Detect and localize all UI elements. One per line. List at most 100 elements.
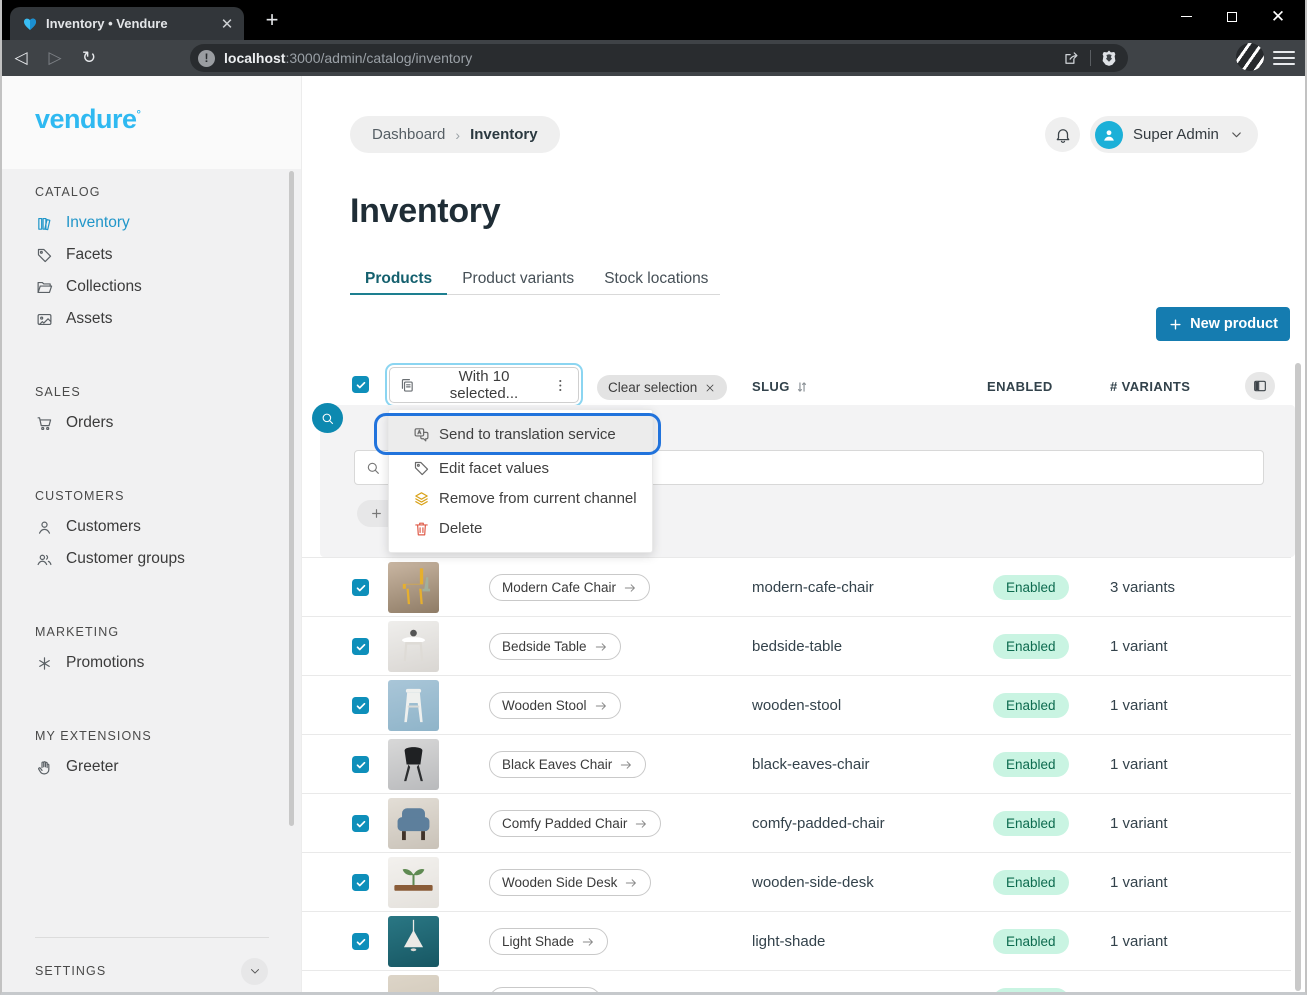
- chevron-down-icon[interactable]: [241, 958, 268, 985]
- reload-button[interactable]: ↻: [74, 43, 104, 73]
- menu-item-remove-from-current-channel[interactable]: Remove from current channel: [389, 483, 652, 513]
- site-info-icon[interactable]: !: [198, 50, 215, 67]
- status-badge: Enabled: [993, 870, 1069, 895]
- notifications-button[interactable]: [1045, 117, 1080, 152]
- row-checkbox[interactable]: [352, 874, 369, 891]
- tag-icon: [36, 247, 53, 264]
- variant-count: 1 variant: [1110, 735, 1168, 794]
- row-checkbox[interactable]: [352, 697, 369, 714]
- product-slug: modern-cafe-chair: [752, 558, 874, 617]
- column-header-slug[interactable]: SLUG: [752, 379, 809, 394]
- product-name-link[interactable]: Wooden Stool: [489, 692, 621, 719]
- arrow-right-icon: [623, 581, 637, 595]
- product-name-link[interactable]: Comfy Padded Chair: [489, 810, 661, 837]
- sidebar-item-promotions[interactable]: Promotions: [2, 647, 301, 679]
- brave-shield-icon[interactable]: [1100, 49, 1118, 67]
- user-menu[interactable]: Super Admin: [1090, 116, 1258, 153]
- new-tab-button[interactable]: +: [258, 8, 286, 34]
- product-thumbnail: [388, 680, 439, 731]
- product-name-link[interactable]: Wooden Side Desk: [489, 869, 651, 896]
- row-checkbox[interactable]: [352, 815, 369, 832]
- window-maximize-button[interactable]: [1209, 0, 1255, 33]
- column-settings-button[interactable]: [1245, 372, 1275, 400]
- kebab-menu-icon[interactable]: [552, 377, 569, 394]
- sidebar-item-assets[interactable]: Assets: [2, 303, 301, 335]
- trash-icon: [413, 520, 430, 537]
- row-checkbox[interactable]: [352, 638, 369, 655]
- chevron-right-icon: ›: [455, 127, 460, 143]
- user-icon: [36, 519, 53, 536]
- product-name-link[interactable]: Light Shade: [489, 928, 608, 955]
- tab-title: Inventory • Vendure: [46, 16, 210, 31]
- clear-selection-button[interactable]: Clear selection: [597, 375, 727, 400]
- product-name-link[interactable]: Modern Cafe Chair: [489, 574, 650, 601]
- row-checkbox[interactable]: [352, 756, 369, 773]
- tab-close-icon[interactable]: ✕: [218, 15, 236, 33]
- sidebar-item-collections[interactable]: Collections: [2, 271, 301, 303]
- sidebar-nav: CATALOG InventoryFacetsCollectionsAssets S…: [2, 169, 301, 992]
- tab-products[interactable]: Products: [350, 262, 447, 295]
- forward-button[interactable]: ▷: [40, 43, 70, 73]
- product-thumbnail: [388, 798, 439, 849]
- sidebar-item-customers[interactable]: Customers: [2, 511, 301, 543]
- sidebar-item-greeter[interactable]: Greeter: [2, 751, 301, 783]
- breadcrumb-dashboard[interactable]: Dashboard: [372, 126, 445, 143]
- breadcrumb: Dashboard › Inventory: [350, 116, 560, 153]
- menu-item-edit-facet-values[interactable]: Edit facet values: [389, 453, 652, 483]
- vendure-favicon-icon: [22, 16, 38, 32]
- table-row: Enabled: [302, 970, 1291, 992]
- sidebar-section-settings[interactable]: SETTINGS: [2, 948, 301, 992]
- back-button[interactable]: ◁: [6, 43, 36, 73]
- sidebar-item-inventory[interactable]: Inventory: [2, 207, 301, 239]
- row-checkbox[interactable]: [352, 933, 369, 950]
- address-bar[interactable]: ! localhost :3000/admin/catalog/inventor…: [190, 44, 1128, 72]
- window-minimize-button[interactable]: [1163, 0, 1209, 33]
- new-product-button[interactable]: New product: [1156, 307, 1290, 341]
- browser-tab[interactable]: Inventory • Vendure ✕: [10, 7, 244, 40]
- browser-profile-avatar[interactable]: [1236, 43, 1264, 71]
- sidebar-item-facets[interactable]: Facets: [2, 239, 301, 271]
- product-name-link[interactable]: [489, 987, 601, 992]
- product-thumbnail: [388, 621, 439, 672]
- menu-item-delete[interactable]: Delete: [389, 513, 652, 543]
- tab-product-variants[interactable]: Product variants: [447, 262, 589, 295]
- bulk-actions-button[interactable]: With 10 selected...: [389, 367, 579, 403]
- search-icon: [365, 460, 381, 476]
- page-scrollbar[interactable]: [1295, 363, 1301, 991]
- sidebar-item-orders[interactable]: Orders: [2, 407, 301, 439]
- menu-item-send-to-translation-service[interactable]: Send to translation service: [389, 415, 652, 453]
- variant-count: 1 variant: [1110, 617, 1168, 676]
- window-close-button[interactable]: ✕: [1255, 0, 1301, 33]
- product-name-link[interactable]: Bedside Table: [489, 633, 621, 660]
- browser-menu-icon[interactable]: [1273, 47, 1295, 69]
- sort-icon[interactable]: [795, 380, 809, 394]
- status-badge: Enabled: [993, 811, 1069, 836]
- divider: [35, 937, 269, 938]
- sidebar-item-customer-groups[interactable]: Customer groups: [2, 543, 301, 575]
- table-row: Wooden Stoolwooden-stoolEnabled1 variant: [302, 675, 1291, 734]
- app-page: vendure° CATALOGInventoryFacetsCollectio…: [2, 76, 1305, 992]
- product-name-link[interactable]: Black Eaves Chair: [489, 751, 646, 778]
- search-toggle-button[interactable]: [312, 403, 343, 433]
- main-content: Dashboard › Inventory Super Admin Invent…: [302, 76, 1305, 992]
- sidebar-section-label: CATALOG: [35, 185, 301, 199]
- search-icon: [320, 411, 335, 426]
- status-badge: Enabled: [993, 752, 1069, 777]
- status-badge: Enabled: [993, 929, 1069, 954]
- sidebar-section-label: SALES: [35, 385, 301, 399]
- layers-icon: [413, 490, 430, 507]
- share-icon[interactable]: [1063, 49, 1081, 67]
- tab-stock-locations[interactable]: Stock locations: [589, 262, 723, 295]
- select-all-checkbox[interactable]: [352, 376, 369, 393]
- product-thumbnail: [388, 739, 439, 790]
- table-row: Wooden Side Deskwooden-side-deskEnabled1…: [302, 852, 1291, 911]
- table-row: Light Shadelight-shadeEnabled1 variant: [302, 911, 1291, 970]
- promotions-icon: [36, 655, 53, 672]
- tag-icon: [413, 460, 430, 477]
- variant-count: 1 variant: [1110, 912, 1168, 971]
- breadcrumb-inventory[interactable]: Inventory: [470, 126, 538, 143]
- page-title: Inventory: [350, 192, 500, 231]
- sidebar-scrollbar[interactable]: [289, 171, 294, 826]
- column-header-variants: # VARIANTS: [1110, 379, 1190, 394]
- row-checkbox[interactable]: [352, 579, 369, 596]
